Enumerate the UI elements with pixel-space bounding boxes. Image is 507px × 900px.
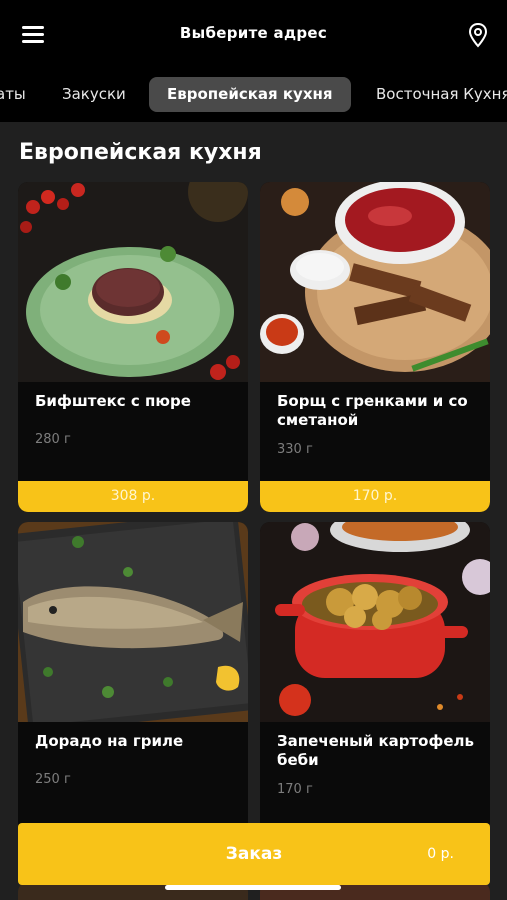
product-image	[260, 522, 490, 722]
section-title: Европейская кухня	[19, 140, 262, 165]
product-name: Дорадо на гриле	[35, 732, 184, 750]
tab-oriental[interactable]: Восточная Кухня	[376, 77, 507, 112]
location-pin-icon[interactable]	[467, 22, 489, 48]
category-tabs: аты Закуски Европейская кухня Восточная …	[0, 70, 507, 120]
order-label: Заказ	[225, 844, 283, 864]
top-bar: Выберите адрес	[0, 0, 507, 70]
tab-european[interactable]: Европейская кухня	[149, 77, 351, 112]
home-indicator	[165, 885, 341, 890]
product-image	[260, 182, 490, 382]
price-button[interactable]: 308 р.	[18, 481, 248, 512]
product-weight: 250 г	[35, 772, 71, 787]
price-button[interactable]: 170 р.	[260, 481, 490, 512]
address-selector[interactable]: Выберите адрес	[0, 24, 507, 42]
product-name: Запеченый картофель беби	[277, 732, 475, 769]
order-total: 0 р.	[427, 846, 454, 862]
order-button[interactable]: Заказ 0 р.	[18, 823, 490, 885]
product-card[interactable]: Запеченый картофель беби 170 г	[260, 522, 490, 832]
product-card[interactable]: Борщ с гренками и со сметаной 330 г 170 …	[260, 182, 490, 512]
menu-content: Европейская кухня Бифштекс с пюре 280 г …	[0, 122, 507, 900]
product-weight: 170 г	[277, 782, 313, 797]
tab-salads[interactable]: аты	[0, 77, 26, 112]
product-card[interactable]: Дорадо на гриле 250 г	[18, 522, 248, 842]
product-name: Борщ с гренками и со сметаной	[277, 392, 468, 429]
product-image	[18, 522, 248, 722]
product-weight: 280 г	[35, 432, 71, 447]
product-weight: 330 г	[277, 442, 313, 457]
product-name: Бифштекс с пюре	[35, 392, 191, 410]
product-image	[18, 182, 248, 382]
tab-snacks[interactable]: Закуски	[62, 77, 126, 112]
product-card[interactable]: Бифштекс с пюре 280 г 308 р.	[18, 182, 248, 512]
